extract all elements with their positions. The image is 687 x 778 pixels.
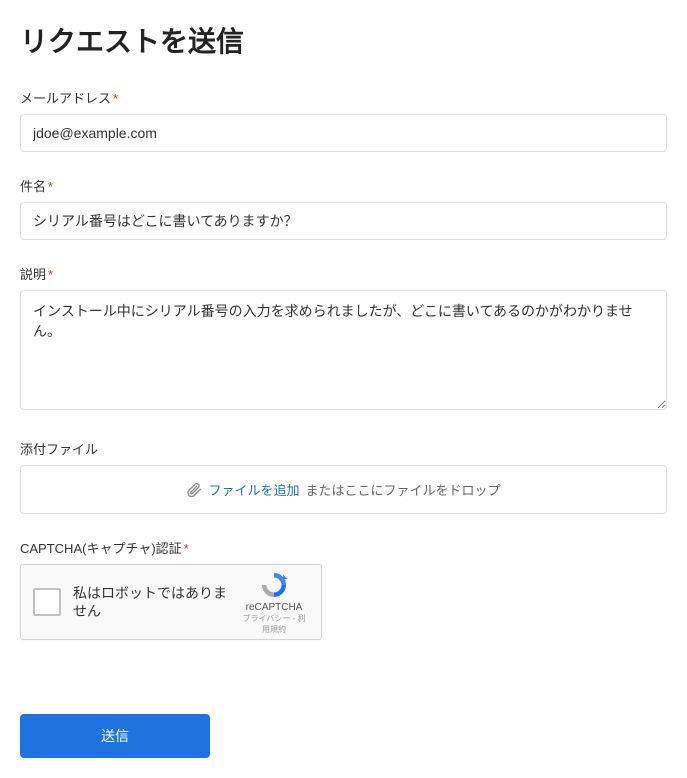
captcha-label: CAPTCHA(キャプチャ)認証* (20, 538, 667, 557)
recaptcha-brand: reCAPTCHA (246, 602, 303, 613)
required-marker: * (184, 541, 189, 556)
recaptcha-terms[interactable]: プライバシー - 利用規約 (239, 613, 309, 635)
subject-field[interactable] (20, 202, 667, 240)
required-marker: * (113, 91, 118, 106)
submit-button[interactable]: 送信 (20, 714, 210, 758)
add-file-link[interactable]: ファイルを追加 (208, 480, 299, 499)
email-field[interactable] (20, 114, 667, 152)
attachments-dropzone[interactable]: ファイルを追加またはここにファイルをドロップ (20, 465, 667, 514)
description-field[interactable]: インストール中にシリアル番号の入力を求められましたが、どこに書いてあるのかがわか… (20, 290, 667, 410)
recaptcha-icon (259, 570, 289, 600)
attachments-label: 添付ファイル (20, 439, 667, 458)
dropzone-suffix: またはここにファイルをドロップ (306, 480, 501, 499)
required-marker: * (48, 267, 53, 282)
recaptcha-checkbox-label: 私はロボットではありません (73, 584, 239, 620)
recaptcha-checkbox[interactable] (33, 588, 61, 616)
description-label: 説明* (20, 264, 667, 283)
paperclip-icon (186, 482, 202, 498)
email-label: メールアドレス* (20, 88, 667, 107)
required-marker: * (48, 179, 53, 194)
page-title: リクエストを送信 (20, 20, 667, 60)
subject-label: 件名* (20, 176, 667, 195)
recaptcha-widget: 私はロボットではありません reCAPTCHA プライバシー - 利用規約 (20, 564, 322, 640)
